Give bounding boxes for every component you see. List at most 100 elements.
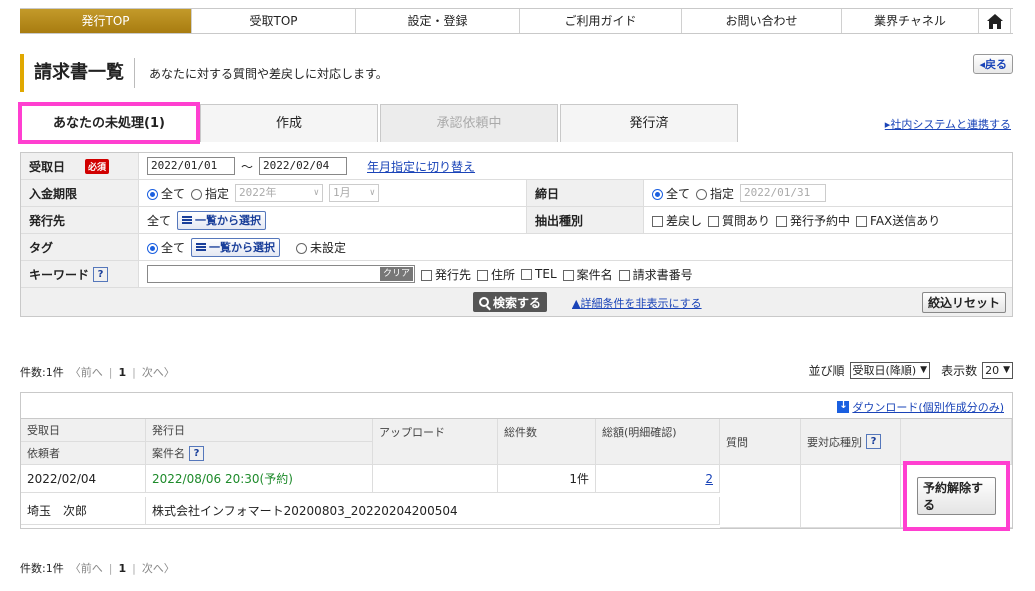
keyword-label: キーワード xyxy=(29,267,90,282)
extract-scheduled-checkbox[interactable]: 発行予約中 xyxy=(776,212,850,229)
sort-label: 並び順 xyxy=(808,364,845,378)
nav-receive-top[interactable]: 受取TOP xyxy=(192,9,356,33)
list-icon xyxy=(196,243,207,251)
pager-bottom: 件数:1件 〈前へ | 1 | 次へ〉 xyxy=(20,561,175,576)
help-icon[interactable]: ? xyxy=(189,445,204,461)
nav-contact[interactable]: お問い合わせ xyxy=(682,9,842,33)
issuer-select-button[interactable]: 一覧から選択 xyxy=(177,210,267,230)
system-integration-link[interactable]: ▸社内システムと連携する xyxy=(885,116,1011,132)
closing-specify-radio[interactable]: 指定 xyxy=(696,185,734,202)
download-icon xyxy=(837,400,850,413)
extract-fax-checkbox[interactable]: FAX送信あり xyxy=(856,212,940,229)
issuer-label: 発行先 xyxy=(21,207,139,233)
cell-project-name: 株式会社インフォマート20200803_20220204200504 xyxy=(146,496,720,525)
date-range-separator: ～ xyxy=(241,159,254,174)
back-button[interactable]: ◂戻る xyxy=(973,54,1013,74)
next-page-link: 次へ〉 xyxy=(141,562,175,575)
received-date-label: 受取日 xyxy=(29,159,66,174)
received-from-input[interactable]: 2022/01/01 xyxy=(147,157,235,175)
payment-due-label: 入金期限 xyxy=(21,180,139,206)
header-requester: 依頼者 xyxy=(21,442,146,465)
per-page-label: 表示数 xyxy=(941,364,978,378)
chevron-down-icon: ▼ xyxy=(920,365,928,375)
keyword-invoice-no-checkbox[interactable]: 請求書番号 xyxy=(618,266,693,283)
search-form: 受取日 必須 2022/01/01 ～ 2022/02/04 年月指定に切り替え … xyxy=(20,152,1013,317)
cancel-reservation-button[interactable]: 予約解除する xyxy=(917,477,996,515)
help-icon[interactable]: ? xyxy=(93,266,109,282)
table-grid: 受取日 発行日 アップロード 総件数 総額(明細確認) 質問 要対応種別? 依頼… xyxy=(21,419,1012,531)
search-button[interactable]: 検索する xyxy=(473,292,548,312)
prev-page-link: 〈前へ xyxy=(69,562,103,575)
extract-type-label: 抽出種別 xyxy=(526,207,644,233)
nav-issue-top[interactable]: 発行TOP xyxy=(20,9,192,33)
help-icon[interactable]: ? xyxy=(866,434,881,449)
clear-button[interactable]: クリア xyxy=(379,267,413,281)
header-action-type: 要対応種別 xyxy=(807,435,862,449)
row-received-date: 受取日 必須 2022/01/01 ～ 2022/02/04 年月指定に切り替え xyxy=(21,153,1012,180)
reset-filter-button[interactable]: 絞込リセット xyxy=(921,292,1006,313)
payment-month-select: 1月 ∨ xyxy=(329,184,380,202)
tab-approval-pending: 承認依頼中 xyxy=(380,104,558,142)
download-link[interactable]: ダウンロード(個別作成分のみ) xyxy=(837,399,1004,415)
tab-issued[interactable]: 発行済 xyxy=(560,104,738,142)
keyword-issuer-checkbox[interactable]: 発行先 xyxy=(421,266,471,283)
tag-all-radio[interactable]: 全て xyxy=(147,239,185,256)
sort-bar: 並び順 受取日(降順) ▼ 表示数 20 ▼ xyxy=(809,362,1013,379)
cell-requester: 埼玉 次郎 xyxy=(21,496,146,525)
page-description: あなたに対する質問や差戻しに対応します。 xyxy=(149,66,388,81)
list-icon xyxy=(182,216,193,224)
keyword-address-checkbox[interactable]: 住所 xyxy=(477,266,515,283)
next-page-link: 次へ〉 xyxy=(141,366,175,379)
extract-returned-checkbox[interactable]: 差戻し xyxy=(652,212,702,229)
current-page: 1 xyxy=(118,365,127,379)
per-page-select[interactable]: 20 ▼ xyxy=(982,362,1013,379)
tab-create[interactable]: 作成 xyxy=(200,104,378,142)
keyword-input[interactable]: クリア xyxy=(147,265,415,283)
closing-label: 締日 xyxy=(526,180,644,206)
extract-question-checkbox[interactable]: 質問あり xyxy=(708,212,770,229)
row-issuer: 発行先 全て 一覧から選択 抽出種別 差戻し 質問あり 発行予約中 FAX送信あ… xyxy=(21,207,1012,234)
tab-unprocessed[interactable]: あなたの未処理(1) xyxy=(18,102,200,144)
nav-guide[interactable]: ご利用ガイド xyxy=(520,9,682,33)
highlight-box: 予約解除する xyxy=(903,461,1010,531)
payment-due-all-radio[interactable]: 全て xyxy=(147,185,185,202)
cell-received-date: 2022/02/04 xyxy=(21,465,146,493)
home-button[interactable] xyxy=(979,9,1011,33)
header-received-date: 受取日 xyxy=(21,419,146,442)
form-footer: 検索する ▲詳細条件を非表示にする 絞込リセット xyxy=(21,288,1012,316)
current-page: 1 xyxy=(118,561,127,575)
page-title: 請求書一覧 xyxy=(24,58,135,88)
keyword-project-checkbox[interactable]: 案件名 xyxy=(562,266,613,283)
chevron-down-icon: ∨ xyxy=(369,188,376,198)
cell-issue-date: 2022/08/06 20:30(予約) xyxy=(146,465,373,493)
tag-select-button[interactable]: 一覧から選択 xyxy=(191,237,281,257)
header-question: 質問 xyxy=(720,419,801,465)
payment-due-specify-radio[interactable]: 指定 xyxy=(191,185,229,202)
chevron-down-icon: ▼ xyxy=(1003,365,1010,375)
cell-total-count: 1件 xyxy=(498,465,596,493)
closing-date-input: 2022/01/31 xyxy=(740,184,827,202)
month-toggle-link[interactable]: 年月指定に切り替え xyxy=(367,158,475,175)
closing-all-radio[interactable]: 全て xyxy=(652,185,690,202)
invoice-table: ダウンロード(個別作成分のみ) 受取日 発行日 アップロード 総件数 総額(明細… xyxy=(20,392,1013,531)
required-badge: 必須 xyxy=(85,158,110,174)
header-upload: アップロード xyxy=(373,419,498,465)
sort-select[interactable]: 受取日(降順) ▼ xyxy=(849,362,931,379)
tag-label: タグ xyxy=(21,234,139,260)
hide-details-link[interactable]: ▲詳細条件を非表示にする xyxy=(572,295,702,311)
header-issue-date: 発行日 xyxy=(146,419,373,442)
search-icon xyxy=(479,297,489,307)
tag-unset-radio[interactable]: 未設定 xyxy=(296,239,346,256)
cell-upload xyxy=(373,465,498,493)
prev-page-link: 〈前へ xyxy=(69,366,103,379)
home-icon xyxy=(986,13,1003,29)
amount-detail-link[interactable]: 2 xyxy=(705,472,713,486)
issuer-value: 全て xyxy=(147,213,172,228)
nav-industry-channel[interactable]: 業界チャネル xyxy=(842,9,979,33)
nav-settings[interactable]: 設定・登録 xyxy=(356,9,520,33)
received-to-input[interactable]: 2022/02/04 xyxy=(259,157,348,175)
header-total-amount: 総額(明細確認) xyxy=(596,419,720,465)
keyword-tel-checkbox[interactable]: TEL xyxy=(521,267,557,281)
row-payment-due: 入金期限 全て 指定 2022年 ∨ 1月 ∨ 締日 全て 指定 2022/01/3… xyxy=(21,180,1012,207)
row-tag: タグ 全て 一覧から選択 未設定 xyxy=(21,234,1012,261)
